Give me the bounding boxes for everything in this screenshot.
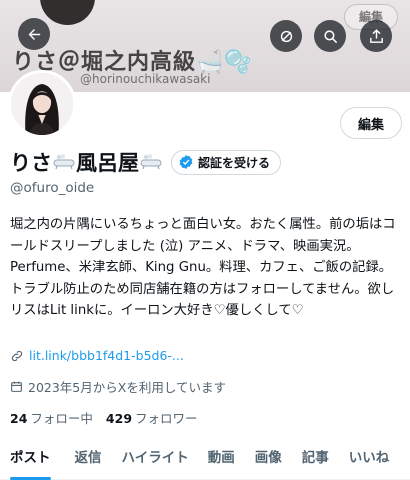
tab-videos[interactable]: 動画 — [208, 438, 235, 480]
verified-badge-icon — [179, 155, 193, 169]
back-arrow-icon — [28, 28, 40, 40]
tab-articles[interactable]: 記事 — [302, 438, 329, 480]
share-icon — [369, 28, 383, 43]
profile-link-row: lit.link/bbb1f4d1-b5d6-... — [10, 348, 184, 363]
tab-highlights[interactable]: ハイライト — [122, 438, 189, 480]
tab-posts[interactable]: ポスト — [10, 438, 51, 480]
edit-profile-button[interactable]: 編集 — [340, 107, 402, 139]
avatar-image — [11, 73, 73, 135]
search-icon — [323, 29, 337, 43]
profile-link[interactable]: lit.link/bbb1f4d1-b5d6-... — [29, 348, 184, 363]
following-label[interactable]: フォロー中 — [30, 408, 93, 427]
followers-count[interactable]: 429 — [106, 411, 132, 426]
search-button[interactable] — [314, 20, 346, 52]
display-name-part2: 風呂屋 — [76, 151, 139, 175]
banner-photo-fragment — [40, 0, 95, 25]
banner-subtitle: @horinouchikawasaki — [80, 72, 211, 86]
get-verified-button[interactable]: 認証を受ける — [171, 149, 282, 175]
display-name-part1: りさ — [10, 151, 52, 175]
avatar[interactable] — [8, 70, 76, 138]
user-handle: @ofuro_oide — [10, 180, 95, 196]
hide-button[interactable] — [270, 20, 302, 52]
joined-date-row: 2023年5月からXを利用しています — [10, 377, 226, 396]
hide-icon — [280, 30, 292, 42]
bathtub-icon — [140, 154, 162, 170]
share-button[interactable] — [360, 20, 392, 52]
followers-label[interactable]: フォロワー — [135, 408, 198, 427]
display-name-row: りさ 風呂屋 認証を受ける — [10, 148, 282, 176]
back-button[interactable] — [18, 18, 50, 50]
verify-label: 認証を受ける — [198, 155, 271, 170]
following-count[interactable]: 24 — [10, 411, 27, 426]
joined-date: 2023年5月からXを利用しています — [28, 380, 226, 395]
calendar-icon — [11, 381, 22, 392]
link-icon — [11, 350, 23, 361]
bathtub-icon — [53, 154, 75, 170]
profile-bio: 堀之内の片隅にいるちょっと面白い女。おたく属性。前の垢はコールドスリープしました… — [10, 217, 396, 319]
tab-images[interactable]: 画像 — [255, 438, 282, 480]
tab-replies[interactable]: 返信 — [75, 438, 102, 480]
follow-stats: 24 フォロー中 429 フォロワー — [10, 408, 208, 427]
profile-tabs: ポスト 返信 ハイライト 動画 画像 記事 いいね — [0, 438, 410, 480]
tab-likes[interactable]: いいね — [349, 438, 390, 480]
